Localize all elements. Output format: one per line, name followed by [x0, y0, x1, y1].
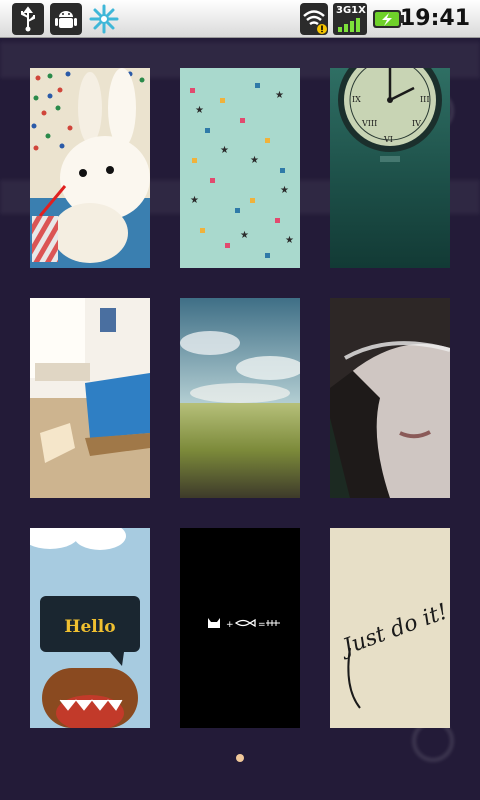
svg-text:+: +	[226, 620, 234, 630]
wallpaper-thumbnail-bedroom[interactable]	[30, 298, 150, 498]
wallpaper-thumbnail-bunny[interactable]	[30, 68, 150, 268]
svg-text:★: ★	[190, 195, 199, 206]
wallpaper-thumbnail-face[interactable]	[330, 298, 450, 498]
svg-text:★: ★	[275, 90, 284, 101]
page-indicator-dot	[236, 754, 244, 762]
hello-text: Hello	[64, 617, 115, 637]
wallpaper-thumbnail-confetti[interactable]: ★ ★ ★ ★ ★ ★ ★ ★	[180, 68, 300, 268]
svg-text:III: III	[420, 95, 429, 104]
svg-text:VIII: VIII	[361, 119, 377, 128]
svg-text:★: ★	[220, 145, 229, 156]
svg-text:VI: VI	[383, 135, 393, 144]
wallpaper-thumbnail-just-do-it[interactable]: Just do it!	[330, 528, 450, 728]
wallpaper-grid: ★ ★ ★ ★ ★ ★ ★ ★ III VI IX IV VIII Hello …	[0, 0, 480, 800]
svg-text:★: ★	[285, 235, 294, 246]
svg-text:★: ★	[280, 185, 289, 196]
wallpaper-thumbnail-clock[interactable]: III VI IX IV VIII	[330, 68, 450, 268]
wallpaper-thumbnail-field[interactable]	[180, 298, 300, 498]
svg-text:★: ★	[195, 105, 204, 116]
svg-text:★: ★	[250, 155, 259, 166]
wallpaper-thumbnail-hello[interactable]: Hello	[30, 528, 150, 728]
wallpaper-thumbnail-cat-fish[interactable]: + =	[180, 528, 300, 728]
svg-text:IX: IX	[352, 95, 361, 104]
svg-text:★: ★	[240, 230, 249, 241]
svg-text:IV: IV	[412, 119, 421, 128]
svg-text:=: =	[258, 620, 266, 630]
